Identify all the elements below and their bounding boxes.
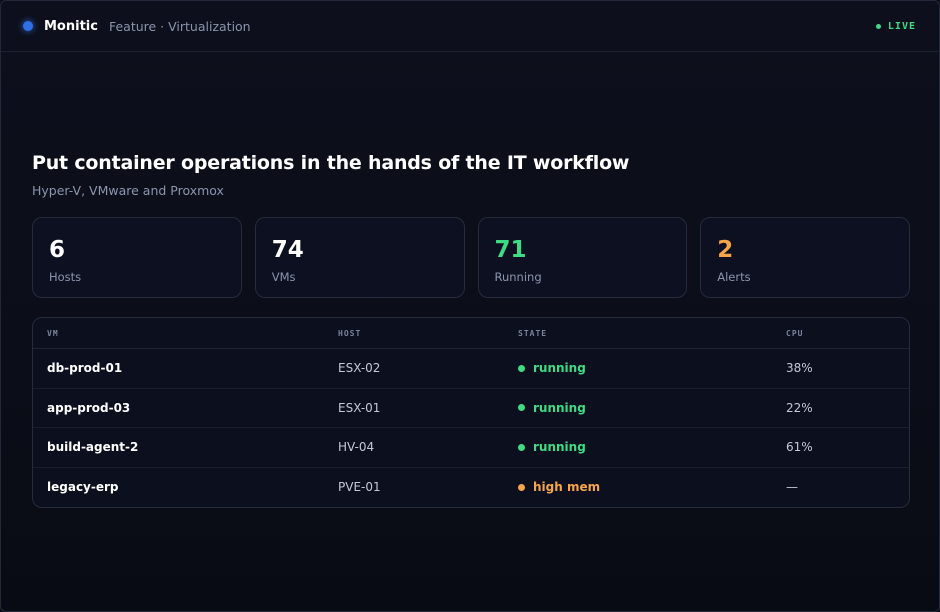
live-status-badge: LIVE <box>875 20 916 32</box>
column-header-state[interactable]: STATE <box>518 329 786 338</box>
vm-name: app-prod-03 <box>47 400 131 415</box>
table-row[interactable]: db-prod-01 ESX-02 running 38% <box>33 349 909 389</box>
table-row[interactable]: build-agent-2 HV-04 running 61% <box>33 428 909 468</box>
vm-cpu: 61% <box>786 440 813 455</box>
stat-card-vms[interactable]: 74 VMs <box>254 217 465 298</box>
vm-state-label: running <box>533 400 586 415</box>
vm-state-label: running <box>533 440 586 455</box>
table-row[interactable]: legacy-erp PVE-01 high mem — <box>33 468 909 508</box>
top-bar: Monitic Feature · Virtualization LIVE <box>1 1 939 52</box>
breadcrumb: Feature · Virtualization <box>108 18 251 34</box>
vm-state: running <box>518 361 786 375</box>
stat-value: 74 <box>271 237 304 263</box>
stats-row: 6 Hosts 74 VMs 71 Running 2 Alerts <box>32 217 910 298</box>
status-dot-icon <box>518 404 525 412</box>
vm-state: running <box>518 401 786 415</box>
table-header: VM HOST STATE CPU <box>33 318 909 349</box>
vm-table: VM HOST STATE CPU db-prod-01 ESX-02 runn… <box>32 317 910 508</box>
vm-host: ESX-02 <box>338 361 381 376</box>
vm-state: high mem <box>518 480 786 494</box>
stat-value: 6 <box>49 237 66 263</box>
vm-cpu: 38% <box>786 361 813 376</box>
vm-state: running <box>518 440 786 454</box>
status-dot-icon <box>518 443 525 451</box>
stat-label: Running <box>494 270 542 284</box>
stat-value: 71 <box>494 237 527 263</box>
stat-label: Alerts <box>717 270 751 284</box>
stat-value: 2 <box>717 237 734 263</box>
brand-name[interactable]: Monitic <box>44 19 98 34</box>
table-row[interactable]: app-prod-03 ESX-01 running 22% <box>33 389 909 428</box>
main-content: Put container operations in the hands of… <box>32 152 910 508</box>
column-header-cpu[interactable]: CPU <box>786 329 906 338</box>
vm-host: HV-04 <box>338 440 375 455</box>
status-dot-icon <box>518 364 525 372</box>
stat-label: Hosts <box>49 270 82 284</box>
vm-cpu: — <box>786 480 798 495</box>
stat-card-alerts[interactable]: 2 Alerts <box>700 217 910 298</box>
app-window: Monitic Feature · Virtualization LIVE Pu… <box>0 0 940 612</box>
vm-cpu: 22% <box>786 400 813 415</box>
status-dot-icon <box>518 483 525 491</box>
vm-host: PVE-01 <box>338 480 381 495</box>
page-subtitle: Hyper-V, VMware and Proxmox <box>32 183 224 198</box>
stat-card-hosts[interactable]: 6 Hosts <box>32 217 242 298</box>
stat-label: VMs <box>271 270 296 284</box>
vm-name: legacy-erp <box>47 480 119 495</box>
stat-card-running[interactable]: 71 Running <box>477 217 688 298</box>
vm-name: build-agent-2 <box>47 440 139 455</box>
vm-state-label: running <box>533 361 586 376</box>
live-dot-icon <box>875 23 881 29</box>
column-header-vm[interactable]: VM <box>47 329 338 338</box>
live-status-label: LIVE <box>887 20 916 32</box>
vm-host: ESX-01 <box>338 400 381 415</box>
column-header-host[interactable]: HOST <box>338 329 518 338</box>
vm-name: db-prod-01 <box>47 361 123 376</box>
brand-logo-icon <box>23 21 33 31</box>
vm-state-label: high mem <box>533 480 601 495</box>
page-title: Put container operations in the hands of… <box>32 152 630 174</box>
